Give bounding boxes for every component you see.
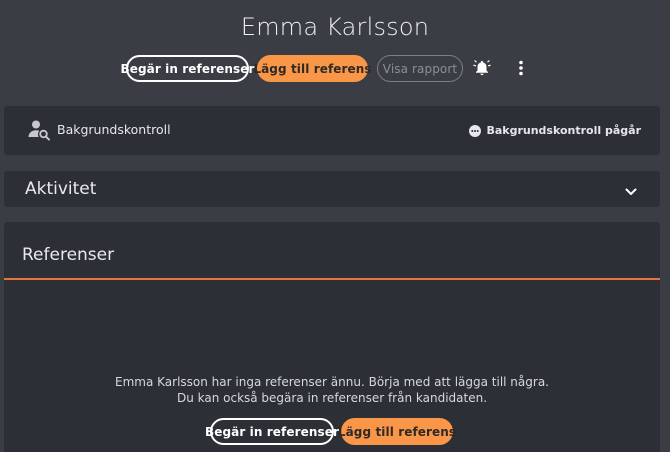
- person-search-icon: [27, 118, 51, 142]
- references-divider: [4, 278, 660, 280]
- background-check-status-text: Bakgrundskontroll pågår: [486, 124, 641, 137]
- empty-message-line1: Emma Karlsson har inga referenser ännu. …: [115, 375, 549, 389]
- dots-circle-icon: [469, 124, 482, 137]
- request-references-button[interactable]: Begär in referenser: [120, 55, 254, 82]
- add-reference-button-empty[interactable]: Lägg till referens: [338, 418, 456, 445]
- page: Emma Karlsson Begär in referenser Lägg t…: [0, 0, 670, 452]
- empty-message-line2: Du kan också begära in referenser från k…: [176, 391, 488, 405]
- header-actions: Begär in referenser Lägg till referens V…: [0, 55, 670, 83]
- activity-title: Aktivitet: [25, 179, 97, 199]
- empty-actions: Begär in referenser Lägg till referens: [4, 418, 660, 446]
- candidate-name: Emma Karlsson: [240, 13, 430, 41]
- background-check-card: Bakgrundskontroll Bakgrundskontroll pågå…: [4, 106, 660, 155]
- chevron-down-icon[interactable]: [624, 183, 638, 195]
- bell-icon[interactable]: [471, 57, 493, 79]
- references-section: Referenser Emma Karlsson har inga refere…: [4, 222, 660, 452]
- view-report-button[interactable]: Visa rapport: [377, 55, 463, 82]
- background-check-title: Bakgrundskontroll: [57, 122, 171, 137]
- activity-section[interactable]: Aktivitet: [4, 171, 660, 207]
- background-check-status: Bakgrundskontroll pågår: [469, 124, 641, 137]
- request-references-button-empty[interactable]: Begär in referenser: [205, 418, 339, 445]
- more-vertical-icon[interactable]: [510, 57, 532, 79]
- references-title: Referenser: [22, 245, 115, 265]
- add-reference-button[interactable]: Lägg till referens: [253, 55, 372, 82]
